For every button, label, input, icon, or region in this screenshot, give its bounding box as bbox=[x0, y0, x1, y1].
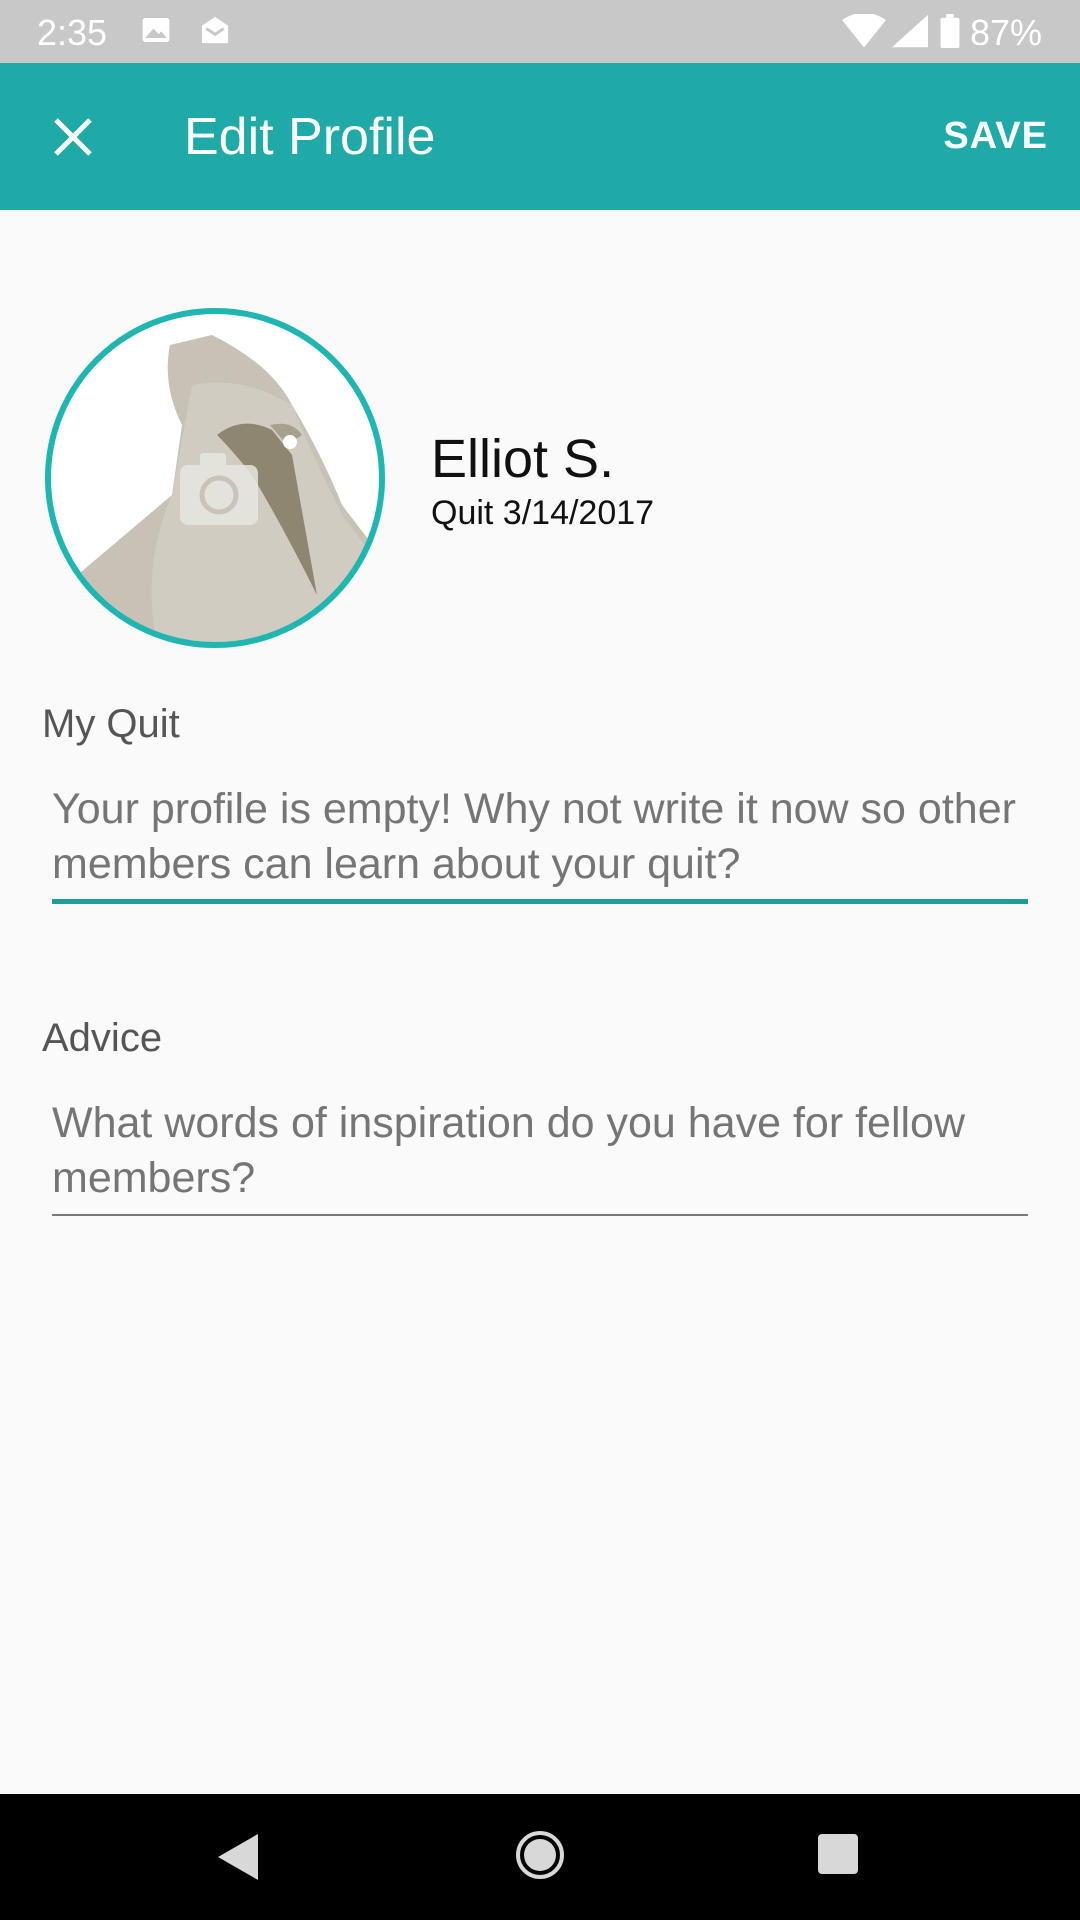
close-icon bbox=[54, 118, 92, 156]
mail-icon bbox=[197, 14, 233, 51]
image-icon bbox=[140, 14, 172, 51]
wifi-icon bbox=[842, 12, 886, 53]
signal-icon bbox=[892, 14, 928, 53]
close-button[interactable] bbox=[44, 108, 102, 166]
page-title: Edit Profile bbox=[184, 108, 436, 166]
battery-icon bbox=[940, 14, 960, 53]
save-button[interactable]: SAVE bbox=[943, 115, 1048, 158]
home-button[interactable] bbox=[515, 1830, 565, 1885]
profile-name: Elliot S. bbox=[431, 429, 615, 489]
back-button[interactable] bbox=[216, 1832, 260, 1887]
navigation-bar bbox=[0, 1794, 1080, 1920]
recents-icon bbox=[818, 1834, 858, 1874]
my-quit-underline bbox=[52, 899, 1028, 904]
back-icon bbox=[218, 1834, 258, 1880]
app-bar: Edit Profile SAVE bbox=[0, 63, 1080, 210]
home-icon bbox=[516, 1831, 564, 1879]
advice-label: Advice bbox=[42, 1016, 163, 1060]
recents-button[interactable] bbox=[817, 1833, 859, 1880]
advice-underline bbox=[52, 1214, 1028, 1216]
my-quit-input[interactable] bbox=[52, 782, 1028, 898]
quit-date: Quit 3/14/2017 bbox=[431, 494, 655, 532]
status-time: 2:35 bbox=[37, 12, 108, 53]
my-quit-label: My Quit bbox=[42, 702, 180, 746]
status-bar: 2:35 87% bbox=[0, 0, 1080, 63]
advice-input[interactable] bbox=[52, 1096, 1028, 1212]
avatar[interactable] bbox=[42, 305, 388, 651]
battery-level: 87% bbox=[969, 12, 1042, 53]
